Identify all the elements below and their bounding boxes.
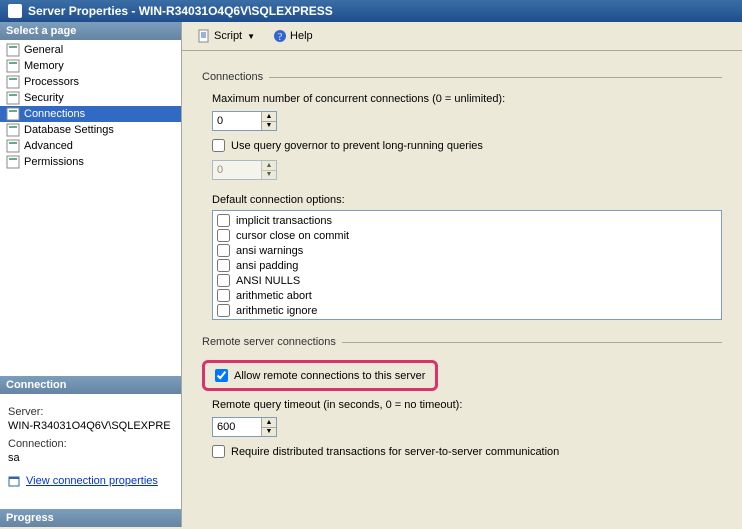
option-label: cursor close on commit: [236, 230, 349, 242]
link-label: View connection properties: [26, 475, 158, 487]
max-connections-spinner[interactable]: ▲▼: [212, 111, 277, 131]
query-governor-checkbox[interactable]: [212, 139, 225, 152]
option-checkbox[interactable]: [217, 214, 230, 227]
option-row[interactable]: ansi warnings: [215, 243, 719, 258]
option-checkbox[interactable]: [217, 289, 230, 302]
toolbar: Script ▼ ? Help: [182, 22, 742, 51]
option-label: arithmetic abort: [236, 290, 312, 302]
properties-icon: [8, 474, 22, 488]
server-label: Server:: [8, 406, 173, 418]
sidebar-item-database-settings[interactable]: Database Settings: [0, 122, 181, 138]
connection-header: Connection: [0, 376, 181, 394]
option-row[interactable]: implicit transactions: [215, 213, 719, 228]
sidebar-item-label: Connections: [24, 108, 85, 120]
sidebar-item-advanced[interactable]: Advanced: [0, 138, 181, 154]
spin-up-icon: ▲: [262, 161, 276, 171]
allow-remote-label: Allow remote connections to this server: [234, 370, 425, 382]
progress-header: Progress: [0, 509, 181, 527]
connection-value: sa: [8, 452, 173, 464]
titlebar: Server Properties - WIN-R34031O4Q6V\SQLE…: [0, 0, 742, 22]
page-icon: [6, 123, 20, 137]
page-list: General Memory Processors Security Conne…: [0, 40, 181, 172]
server-value: WIN-R34031O4Q6V\SQLEXPRE: [8, 420, 173, 432]
option-row[interactable]: ANSI NULLS: [215, 273, 719, 288]
option-row[interactable]: ansi padding: [215, 258, 719, 273]
sidebar-item-connections[interactable]: Connections: [0, 106, 181, 122]
option-row[interactable]: cursor close on commit: [215, 228, 719, 243]
sidebar-item-general[interactable]: General: [0, 42, 181, 58]
require-distributed-checkbox[interactable]: [212, 445, 225, 458]
default-options-label: Default connection options:: [212, 194, 722, 206]
option-row[interactable]: arithmetic abort: [215, 288, 719, 303]
page-icon: [6, 139, 20, 153]
option-checkbox[interactable]: [217, 304, 230, 317]
remote-timeout-spinner[interactable]: ▲▼: [212, 417, 277, 437]
page-icon: [6, 75, 20, 89]
sidebar-item-security[interactable]: Security: [0, 90, 181, 106]
option-checkbox[interactable]: [217, 274, 230, 287]
remote-timeout-input[interactable]: [213, 418, 261, 436]
remote-group-label: Remote server connections: [202, 336, 722, 348]
app-icon: [8, 4, 22, 18]
spin-down-icon: ▼: [262, 171, 276, 180]
chevron-down-icon: ▼: [247, 32, 255, 41]
page-icon: [6, 155, 20, 169]
query-governor-label: Use query governor to prevent long-runni…: [231, 140, 483, 152]
sidebar-item-permissions[interactable]: Permissions: [0, 154, 181, 170]
option-label: ANSI NULLS: [236, 275, 300, 287]
max-connections-label: Maximum number of concurrent connections…: [212, 93, 722, 105]
spin-down-icon[interactable]: ▼: [262, 428, 276, 437]
option-checkbox[interactable]: [217, 259, 230, 272]
option-label: implicit transactions: [236, 215, 332, 227]
remote-timeout-label: Remote query timeout (in seconds, 0 = no…: [212, 399, 722, 411]
sidebar-item-label: General: [24, 44, 63, 56]
sidebar-item-processors[interactable]: Processors: [0, 74, 181, 90]
allow-remote-checkbox[interactable]: [215, 369, 228, 382]
sidebar-item-label: Advanced: [24, 140, 73, 152]
query-governor-input: [213, 161, 261, 179]
option-checkbox[interactable]: [217, 229, 230, 242]
sidebar-item-label: Database Settings: [24, 124, 114, 136]
sidebar-item-label: Security: [24, 92, 64, 104]
spin-up-icon[interactable]: ▲: [262, 112, 276, 122]
page-icon: [6, 107, 20, 121]
script-button[interactable]: Script ▼: [190, 26, 262, 46]
option-label: arithmetic ignore: [236, 305, 317, 317]
window-title: Server Properties - WIN-R34031O4Q6V\SQLE…: [28, 4, 333, 18]
view-connection-properties-link[interactable]: View connection properties: [8, 474, 158, 488]
default-options-list[interactable]: implicit transactions cursor close on co…: [212, 210, 722, 320]
connection-label: Connection:: [8, 438, 173, 450]
svg-text:?: ?: [278, 32, 283, 43]
option-label: ansi warnings: [236, 245, 303, 257]
option-label: ansi padding: [236, 260, 298, 272]
sidebar-item-label: Memory: [24, 60, 64, 72]
option-checkbox[interactable]: [217, 244, 230, 257]
help-label: Help: [290, 30, 313, 42]
query-governor-spinner[interactable]: ▲▼: [212, 160, 277, 180]
help-icon: ?: [273, 29, 287, 43]
select-page-header: Select a page: [0, 22, 181, 40]
page-icon: [6, 59, 20, 73]
option-row[interactable]: arithmetic ignore: [215, 303, 719, 318]
sidebar-item-label: Permissions: [24, 156, 84, 168]
script-label: Script: [214, 30, 242, 42]
spin-up-icon[interactable]: ▲: [262, 418, 276, 428]
content-pane: Connections Maximum number of concurrent…: [182, 51, 742, 527]
sidebar-item-memory[interactable]: Memory: [0, 58, 181, 74]
highlight-annotation: Allow remote connections to this server: [202, 360, 438, 391]
page-icon: [6, 43, 20, 57]
help-button[interactable]: ? Help: [266, 26, 320, 46]
require-distributed-label: Require distributed transactions for ser…: [231, 446, 559, 458]
sidebar-item-label: Processors: [24, 76, 79, 88]
spin-down-icon[interactable]: ▼: [262, 122, 276, 131]
connections-group-label: Connections: [202, 71, 722, 83]
sidebar: Select a page General Memory Processors …: [0, 22, 182, 527]
page-icon: [6, 91, 20, 105]
script-icon: [197, 29, 211, 43]
max-connections-input[interactable]: [213, 112, 261, 130]
